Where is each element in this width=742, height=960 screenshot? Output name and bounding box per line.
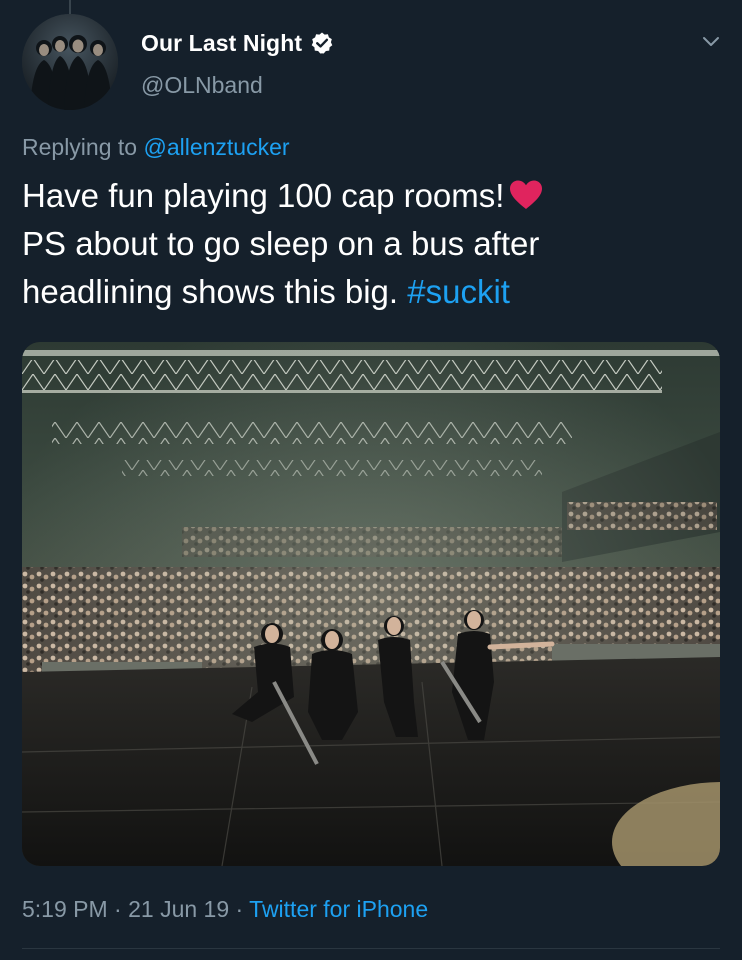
meta-separator-1: · (107, 896, 129, 922)
avatar[interactable] (22, 14, 118, 110)
verified-badge-icon (310, 31, 334, 55)
tweet-text: Have fun playing 100 cap rooms! PS about… (22, 172, 722, 316)
display-name[interactable]: Our Last Night (141, 30, 302, 57)
replying-to-line: Replying to @allenztucker (22, 134, 290, 161)
replying-to-label: Replying to (22, 134, 144, 160)
chevron-down-icon[interactable] (700, 30, 722, 52)
tweet-photo[interactable] (22, 342, 720, 866)
red-heart-icon (508, 176, 544, 209)
tweet-metadata: 5:19 PM · 21 Jun 19 · Twitter for iPhone (22, 896, 428, 923)
author-handle[interactable]: @OLNband (141, 72, 263, 99)
tweet-text-line-1: Have fun playing 100 cap rooms! (22, 172, 722, 220)
tweet-source-link[interactable]: Twitter for iPhone (249, 896, 428, 922)
tweet-text-line-1-content: Have fun playing 100 cap rooms! (22, 177, 505, 214)
reply-mention-link[interactable]: @allenztucker (143, 134, 289, 160)
author-name-row[interactable]: Our Last Night (141, 28, 334, 58)
hashtag-link[interactable]: #suckit (407, 273, 510, 310)
tweet-text-line-2: PS about to go sleep on a bus after (22, 225, 540, 262)
thread-connector-line (69, 0, 71, 14)
tweet-date[interactable]: 21 Jun 19 (128, 896, 229, 922)
divider (22, 948, 720, 949)
meta-separator-2: · (229, 896, 250, 922)
tweet-text-line-3-content: headlining shows this big. (22, 273, 399, 310)
tweet-text-line-3: headlining shows this big. #suckit (22, 268, 722, 316)
tweet-time[interactable]: 5:19 PM (22, 896, 108, 922)
